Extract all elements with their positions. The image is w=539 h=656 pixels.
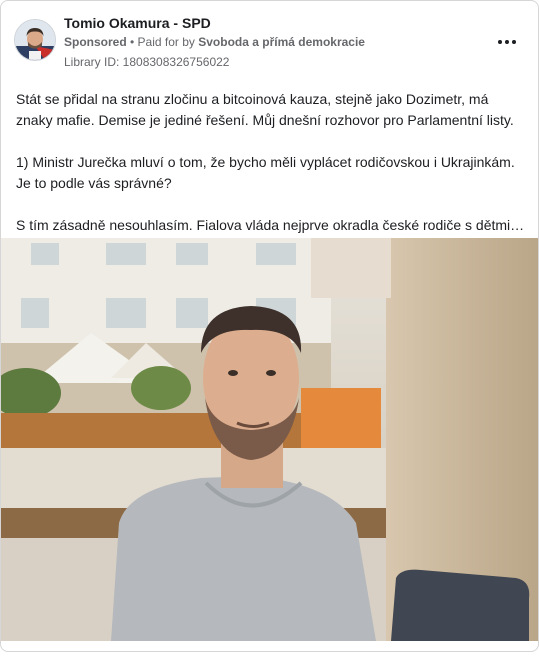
paid-for-label: Paid for by [137,35,199,49]
post-photo[interactable] [1,238,538,641]
ad-card: Tomio Okamura - SPD Sponsored • Paid for… [0,0,539,652]
meta-separator: • [126,35,138,49]
post-paragraph: S tím zásadně nesouhlasím. Fialova vláda… [16,217,528,233]
sponsored-label: Sponsored [64,35,127,49]
post-paragraph: 1) Ministr Jurečka mluví o tom, že bycho… [16,154,515,191]
more-options-icon[interactable] [493,29,521,55]
post-text: Stát se přidal na stranu zločinu a bitco… [16,89,528,257]
payer-link[interactable]: Svoboda a přímá demokracie [198,35,365,49]
author-name[interactable]: Tomio Okamura - SPD [64,15,211,31]
avatar[interactable] [14,19,56,61]
post-paragraph: Stát se přidal na stranu zločinu a bitco… [16,91,514,128]
ad-meta: Sponsored • Paid for by Svoboda a přímá … [64,35,365,49]
library-id: Library ID: 1808308326756022 [64,55,230,69]
